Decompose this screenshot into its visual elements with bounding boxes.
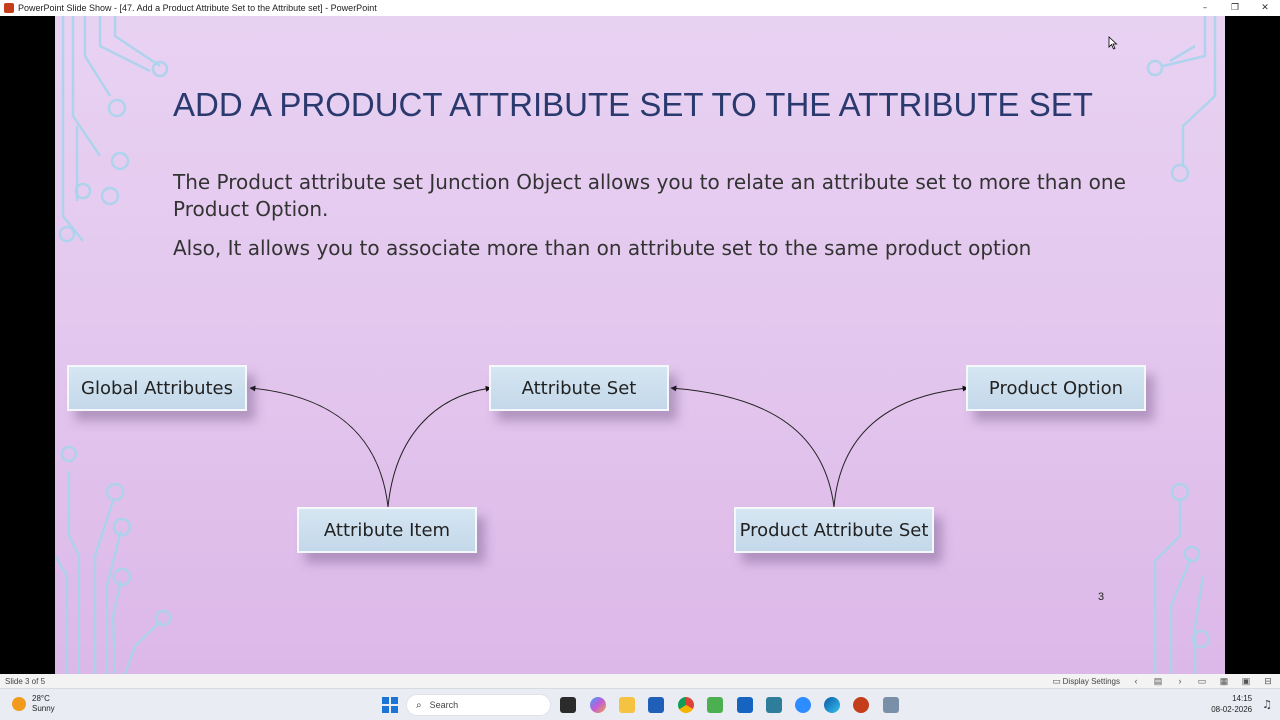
zoom-icon[interactable] — [795, 697, 811, 713]
slide-paragraph-2: Also, It allows you to associate more th… — [173, 236, 1032, 260]
weather-description: Sunny — [32, 704, 55, 713]
powerpoint-icon — [4, 3, 14, 13]
store-icon[interactable] — [648, 697, 664, 713]
slide-counter: Slide 3 of 5 — [5, 676, 46, 686]
mouse-cursor-icon — [1108, 36, 1118, 50]
edge-icon[interactable] — [824, 697, 840, 713]
slide-sorter-icon[interactable]: ▦ — [1218, 676, 1230, 686]
weather-temperature: 28°C — [32, 694, 50, 703]
slide-menu-icon[interactable]: ▤ — [1152, 676, 1164, 686]
slide-number: 3 — [1098, 591, 1105, 603]
taskbar-search[interactable]: ⌕ Search — [406, 694, 551, 716]
start-button[interactable] — [382, 697, 398, 713]
monitor-icon: ▭ — [1052, 675, 1061, 686]
app-icon-blue[interactable] — [737, 697, 753, 713]
normal-view-icon[interactable]: ▭ — [1196, 676, 1208, 686]
node-global-attributes: Global Attributes — [67, 365, 247, 411]
notes-app-icon[interactable] — [766, 697, 782, 713]
weather-widget[interactable]: 28°C Sunny — [12, 694, 55, 714]
clock[interactable]: 14:15 08-02-2026 — [1211, 693, 1252, 715]
system-tray: 14:15 08-02-2026 ♫ — [1211, 693, 1272, 715]
task-view-icon[interactable] — [560, 697, 576, 713]
slide-title: ADD A PRODUCT ATTRIBUTE SET TO THE ATTRI… — [173, 86, 1093, 123]
node-attribute-set: Attribute Set — [489, 365, 669, 411]
taskbar: 28°C Sunny ⌕ Search 14:15 08-02-2026 ♫ — [0, 688, 1280, 720]
copilot-icon[interactable] — [590, 697, 606, 713]
connector-pas-to-prodopt — [833, 385, 969, 508]
minimize-button[interactable]: – — [1190, 0, 1220, 16]
app-icon-green[interactable] — [707, 697, 723, 713]
node-attribute-item: Attribute Item — [297, 507, 477, 553]
connector-item-to-global — [249, 385, 389, 508]
connector-pas-to-attrset — [670, 385, 835, 508]
chrome-icon[interactable] — [678, 697, 694, 713]
clock-time: 14:15 — [1232, 694, 1253, 703]
next-slide-icon[interactable]: › — [1174, 676, 1186, 686]
search-icon: ⌕ — [416, 699, 422, 711]
window-controls: – ❐ ✕ — [1190, 0, 1280, 16]
close-button[interactable]: ✕ — [1250, 0, 1280, 16]
slide-paragraph-1: The Product attribute set Junction Objec… — [173, 170, 1126, 221]
display-settings-label: Display Settings — [1062, 676, 1120, 686]
slide[interactable]: ADD A PRODUCT ATTRIBUTE SET TO THE ATTRI… — [55, 16, 1225, 674]
window-title-bar: PowerPoint Slide Show - [47. Add a Produ… — [0, 0, 1280, 16]
node-product-option: Product Option — [966, 365, 1146, 411]
slideshow-view-icon[interactable]: ⊟ — [1262, 676, 1274, 686]
node-product-attribute-set: Product Attribute Set — [734, 507, 934, 553]
display-settings-button[interactable]: ▭ Display Settings — [1051, 676, 1120, 686]
window-title: PowerPoint Slide Show - [47. Add a Produ… — [18, 3, 377, 13]
restore-button[interactable]: ❐ — [1220, 0, 1250, 16]
powerpoint-taskbar-icon[interactable] — [853, 697, 869, 713]
search-placeholder: Search — [429, 700, 459, 710]
file-explorer-icon[interactable] — [619, 697, 635, 713]
notification-bell-icon[interactable]: ♫ — [1262, 698, 1272, 711]
snipping-tool-icon[interactable] — [883, 697, 899, 713]
sun-icon — [12, 697, 26, 711]
reading-view-icon[interactable]: ▣ — [1240, 676, 1252, 686]
status-bar: Slide 3 of 5 ▭ Display Settings ‹ ▤ › ▭ … — [0, 674, 1280, 688]
clock-date: 08-02-2026 — [1211, 705, 1253, 714]
connector-item-to-attrset — [387, 385, 492, 508]
previous-slide-icon[interactable]: ‹ — [1130, 676, 1142, 686]
